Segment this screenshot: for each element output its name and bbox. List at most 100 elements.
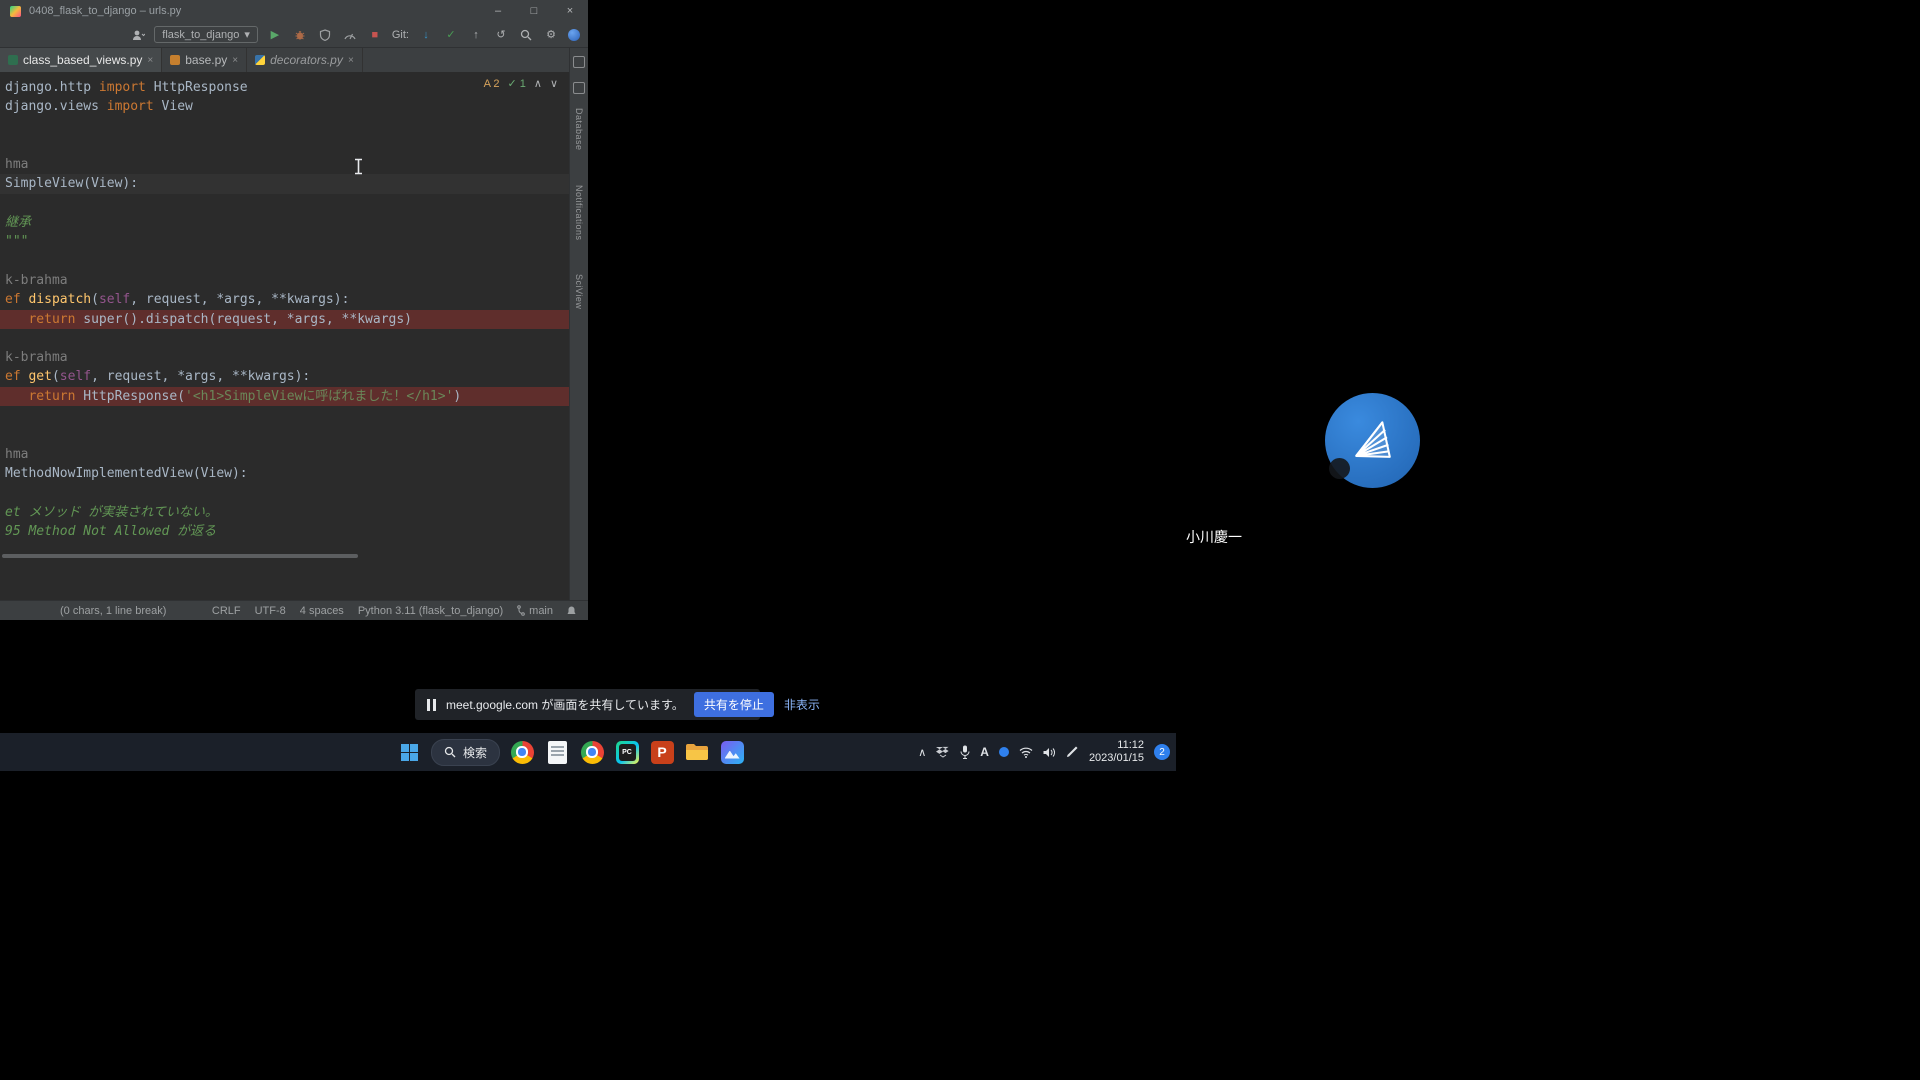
interpreter[interactable]: Python 3.11 (flask_to_django): [358, 605, 503, 617]
file-encoding[interactable]: UTF-8: [255, 605, 286, 617]
code-line[interactable]: MethodNowImplementedView(View):: [0, 464, 588, 483]
branch-icon: [517, 605, 525, 616]
indent-style[interactable]: 4 spaces: [300, 605, 344, 617]
code-line[interactable]: [0, 136, 588, 155]
taskbar-chrome-1[interactable]: [509, 739, 535, 765]
code-line[interactable]: django.views import View: [0, 97, 588, 116]
notepad-icon: [548, 741, 567, 764]
code-line[interactable]: return super().dispatch(request, *args, …: [0, 310, 588, 329]
history-icon[interactable]: ↺: [493, 28, 509, 41]
git-branch[interactable]: main: [517, 605, 553, 617]
code-line[interactable]: [0, 406, 588, 425]
tool-database[interactable]: Database: [574, 108, 584, 151]
taskbar-photos[interactable]: [719, 739, 745, 765]
git-commit-icon[interactable]: ✓: [443, 28, 459, 41]
editor-tabs: class_based_views.py × base.py × decorat…: [0, 48, 588, 72]
next-issue-icon[interactable]: ∨: [550, 77, 558, 90]
code-line[interactable]: 継承: [0, 213, 588, 232]
code-line[interactable]: 95 Method Not Allowed が返る: [0, 522, 588, 541]
notifications-bell-icon[interactable]: [567, 606, 576, 616]
line-separator[interactable]: CRLF: [212, 605, 241, 617]
git-update-icon[interactable]: ↓: [418, 29, 434, 41]
screen-share-banner: meet.google.com が画面を共有しています。 共有を停止 非表示: [415, 689, 760, 720]
participant-name: 小川慶一: [1186, 527, 1242, 547]
start-button[interactable]: [396, 739, 422, 765]
code-line[interactable]: return HttpResponse('<h1>SimpleViewに呼ばれま…: [0, 387, 588, 406]
copilot-tool-icon[interactable]: [573, 56, 585, 68]
tab-label: class_based_views.py: [23, 53, 142, 67]
dropbox-icon[interactable]: [936, 746, 950, 759]
tray-show-hidden-icon[interactable]: ∧: [918, 746, 926, 759]
chevron-down-icon: ▾: [244, 28, 250, 41]
microphone-icon[interactable]: [960, 745, 970, 759]
tab-close-icon[interactable]: ×: [147, 55, 153, 66]
coverage-icon[interactable]: [317, 29, 333, 41]
ime-mode-indicator[interactable]: A: [980, 745, 989, 759]
python-file-icon: [170, 55, 180, 65]
taskbar-pycharm[interactable]: PC: [614, 739, 640, 765]
user-icon[interactable]: [132, 29, 145, 41]
tab-class-based-views[interactable]: class_based_views.py ×: [0, 48, 162, 72]
inspection-warnings: A 2: [484, 78, 500, 90]
tool-sciview[interactable]: SciView: [574, 274, 584, 309]
notification-count-badge[interactable]: 2: [1154, 744, 1170, 760]
pycharm-logo-icon: [10, 6, 21, 17]
code-line[interactable]: ef dispatch(self, request, *args, **kwar…: [0, 290, 588, 309]
code-line[interactable]: [0, 194, 588, 213]
prev-issue-icon[interactable]: ∧: [534, 77, 542, 90]
code-line[interactable]: [0, 117, 588, 136]
code-line[interactable]: [0, 483, 588, 502]
code-line[interactable]: ef get(self, request, *args, **kwargs):: [0, 367, 588, 386]
caret-info: (0 chars, 1 line break): [60, 605, 166, 617]
gradle-tool-icon[interactable]: [573, 82, 585, 94]
inspection-widget[interactable]: A 2 ✓ 1 ∧ ∨: [484, 77, 558, 90]
taskbar-chrome-2[interactable]: [579, 739, 605, 765]
debug-icon[interactable]: [292, 29, 308, 41]
django-file-icon: [8, 55, 18, 65]
taskbar-notepad[interactable]: [544, 739, 570, 765]
stop-button[interactable]: ■: [367, 29, 383, 41]
code-line[interactable]: """: [0, 232, 588, 251]
code-line[interactable]: et メソッド が実装されていない。: [0, 503, 588, 522]
pycharm-window: 0408_flask_to_django – urls.py – □ × fla…: [0, 0, 588, 620]
code-line[interactable]: k-brahma: [0, 271, 588, 290]
taskbar-explorer[interactable]: [684, 739, 710, 765]
tab-base-py[interactable]: base.py ×: [162, 48, 247, 72]
pycharm-window-controls: – □ ×: [480, 5, 588, 17]
run-button[interactable]: ▶: [267, 28, 283, 41]
tab-close-icon[interactable]: ×: [232, 55, 238, 66]
tab-decorators-py[interactable]: decorators.py ×: [247, 48, 363, 72]
maximize-button[interactable]: □: [516, 5, 552, 17]
windows-logo-icon: [401, 744, 418, 761]
code-line[interactable]: [0, 425, 588, 444]
code-line[interactable]: hma: [0, 445, 588, 464]
code-line[interactable]: SimpleView(View):: [0, 174, 588, 193]
taskbar-search[interactable]: 検索: [431, 739, 500, 766]
tool-notifications[interactable]: Notifications: [574, 185, 584, 241]
close-button[interactable]: ×: [552, 5, 588, 17]
code-line[interactable]: k-brahma: [0, 348, 588, 367]
code-line[interactable]: [0, 252, 588, 271]
taskbar-powerpoint[interactable]: P: [649, 739, 675, 765]
bluetooth-tray-icon[interactable]: [999, 747, 1009, 757]
horizontal-scrollbar[interactable]: [2, 554, 358, 558]
wifi-icon[interactable]: [1019, 747, 1033, 758]
hide-banner-button[interactable]: 非表示: [784, 696, 820, 713]
code-line[interactable]: [0, 329, 588, 348]
settings-gear-icon[interactable]: ⚙: [543, 28, 559, 41]
pen-icon[interactable]: [1066, 746, 1079, 758]
git-push-icon[interactable]: ↑: [468, 29, 484, 41]
volume-icon[interactable]: [1043, 747, 1056, 758]
search-everywhere-icon[interactable]: [518, 29, 534, 41]
stop-sharing-button[interactable]: 共有を停止: [694, 692, 774, 717]
search-label: 検索: [463, 744, 487, 761]
code-line[interactable]: hma: [0, 155, 588, 174]
branch-name: main: [529, 605, 553, 617]
tab-close-icon[interactable]: ×: [348, 55, 354, 66]
run-configuration-select[interactable]: flask_to_django ▾: [154, 26, 258, 43]
pycharm-titlebar: 0408_flask_to_django – urls.py – □ ×: [0, 0, 588, 22]
minimize-button[interactable]: –: [480, 5, 516, 17]
taskbar-clock[interactable]: 11:12 2023/01/15: [1089, 739, 1144, 765]
profiler-icon[interactable]: [342, 29, 358, 40]
copilot-icon[interactable]: [568, 29, 580, 41]
